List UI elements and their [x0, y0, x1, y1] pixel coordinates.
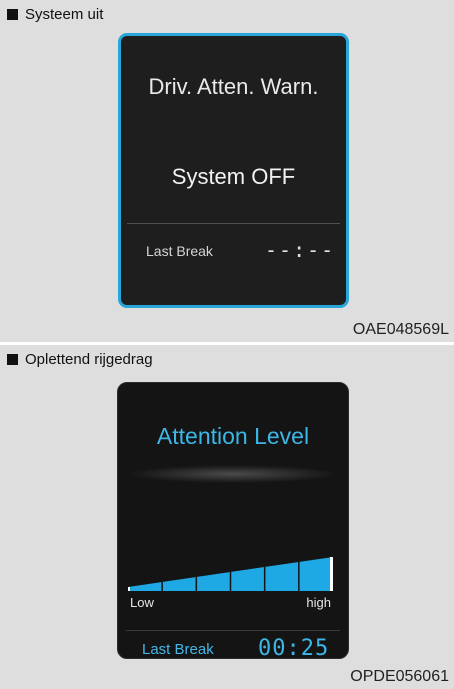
system-status: System OFF: [171, 164, 296, 189]
level-start-marker: [128, 587, 130, 591]
figure-code: OAE048569L: [352, 321, 449, 338]
cluster-display: Attention Level Low high Last Break 00:2…: [117, 382, 349, 659]
caption: Systeem uit: [7, 6, 103, 23]
last-break-label: Last Break: [146, 243, 213, 259]
last-break-value: 00:25: [258, 636, 330, 659]
caption: Oplettend rijgedrag: [7, 351, 153, 368]
panel-system-off: Systeem uit Driv. Atten. Warn. System OF…: [0, 0, 454, 342]
figure-code: OPDE056061: [350, 668, 449, 685]
panel-attention-level: Oplettend rijgedrag Attention Level Low …: [0, 345, 454, 689]
last-break-label: Last Break: [142, 641, 214, 658]
attention-level-bar: [128, 557, 333, 591]
square-bullet-icon: [7, 9, 18, 20]
title-glow: [128, 465, 338, 483]
attention-level-meter: [128, 551, 333, 591]
cluster-display: Driv. Atten. Warn. System OFF Last Break…: [118, 33, 349, 308]
last-break-value: --:--: [265, 238, 336, 262]
level-end-marker: [330, 557, 333, 591]
square-bullet-icon: [7, 354, 18, 365]
caption-text: Oplettend rijgedrag: [25, 351, 153, 368]
display-title: Attention Level: [156, 423, 310, 449]
display-title: Driv. Atten. Warn.: [148, 74, 319, 99]
high-label: high: [306, 595, 331, 610]
divider: [126, 630, 340, 631]
caption-text: Systeem uit: [25, 6, 104, 23]
divider: [127, 223, 340, 224]
low-label: Low: [130, 595, 154, 610]
